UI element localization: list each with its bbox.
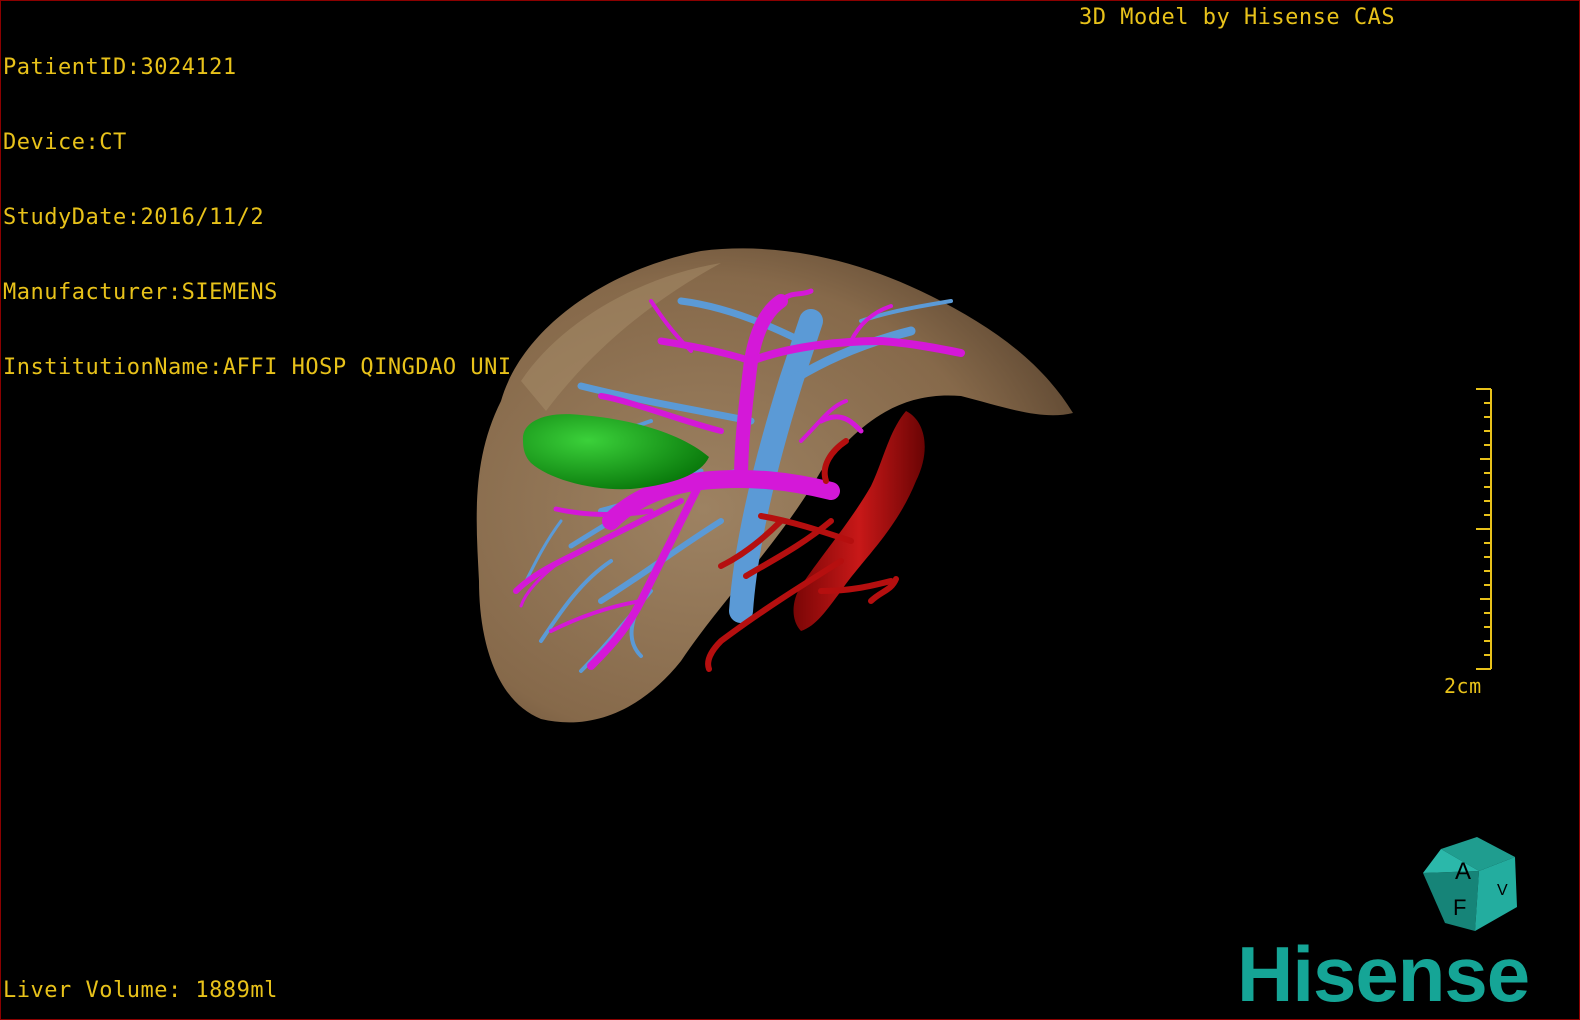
cube-label-f: F [1453,895,1466,920]
manufacturer-text: Manufacturer:SIEMENS [3,280,278,305]
device-text: Device:CT [3,130,127,155]
cube-label-a: A [1455,858,1471,885]
patient-info-overlay: PatientID:3024121 Device:CT StudyDate:20… [3,5,512,430]
study-date-text: StudyDate:2016/11/2 [3,205,265,230]
patient-id-text: PatientID:3024121 [3,55,237,80]
institution-text: InstitutionName:AFFI HOSP QINGDAO UNI [3,355,512,380]
hisense-logo: Hisense [1237,930,1530,1018]
scale-bar [1476,388,1492,670]
model-credit-title: 3D Model by Hisense CAS [1079,5,1396,30]
scale-bar-label: 2cm [1444,674,1482,698]
cube-label-v: V [1497,882,1508,899]
liver-volume-text: Liver Volume: 1889ml [3,978,278,1003]
orientation-cube-icon[interactable]: A F V [1419,833,1523,937]
3d-viewport[interactable]: PatientID:3024121 Device:CT StudyDate:20… [0,0,1580,1020]
